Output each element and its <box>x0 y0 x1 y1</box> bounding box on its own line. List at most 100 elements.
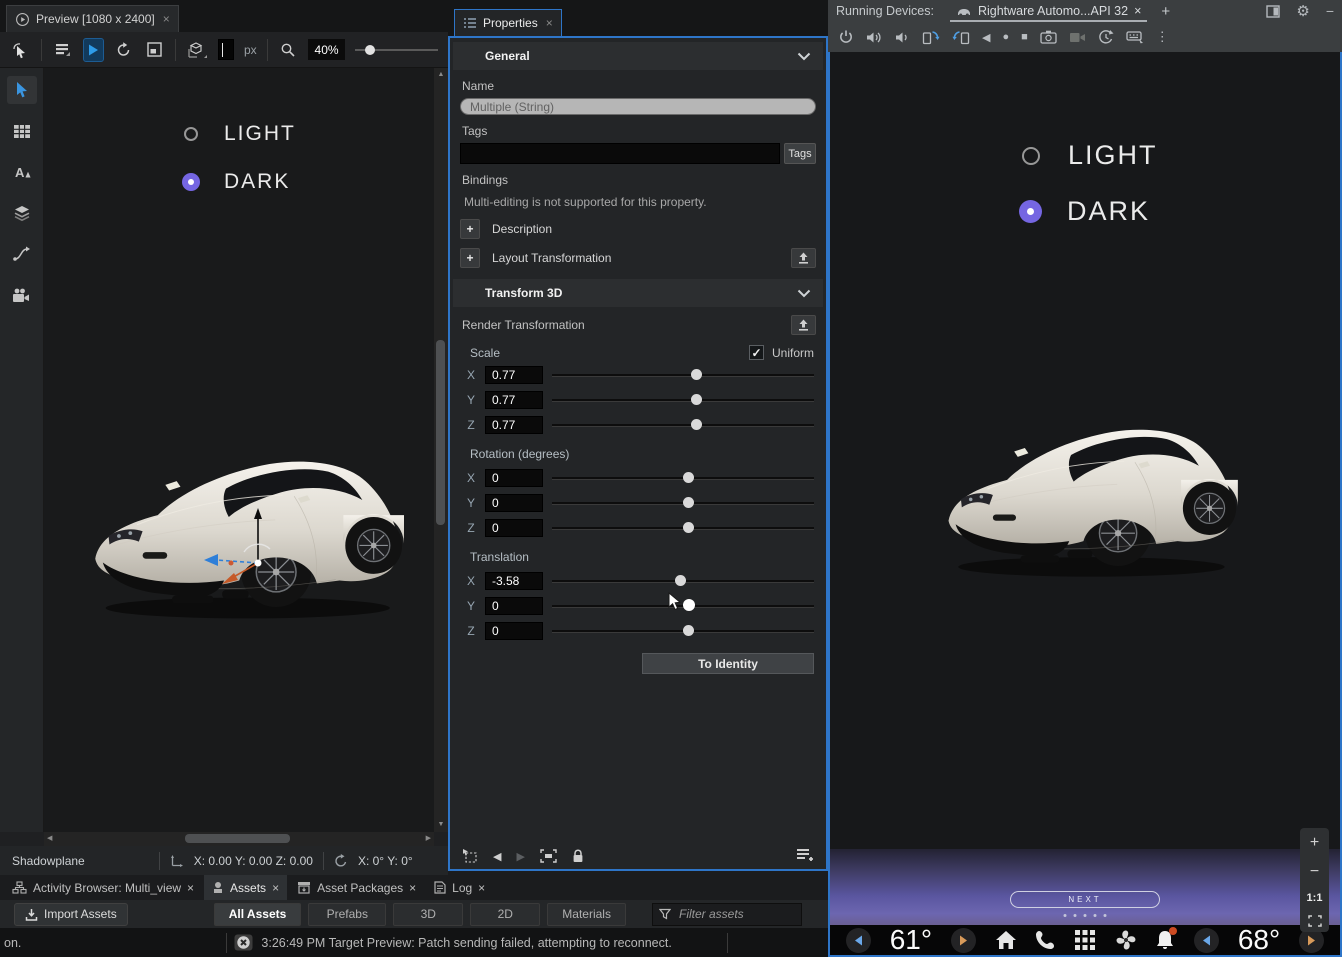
scroll-left-icon[interactable]: ◀ <box>47 832 52 846</box>
deselect-icon[interactable] <box>462 848 478 864</box>
power-icon[interactable] <box>838 29 854 45</box>
to-identity-button[interactable]: To Identity <box>642 653 814 674</box>
rotation-x-slider[interactable] <box>552 471 814 485</box>
select-tool-icon[interactable] <box>10 38 31 62</box>
device-radio-dark-ring[interactable] <box>1019 200 1042 223</box>
section-transform3d[interactable]: Transform 3D <box>453 279 823 307</box>
tab-close-icon[interactable]: × <box>409 881 416 895</box>
slider-thumb[interactable] <box>683 497 694 508</box>
translation-y-input[interactable] <box>485 597 543 615</box>
slider-thumb[interactable] <box>675 575 686 586</box>
virtual-sensors-icon[interactable] <box>1126 30 1144 44</box>
tab-close-icon[interactable]: × <box>272 881 279 895</box>
phone-nav-icon[interactable] <box>1035 930 1055 950</box>
rotation-y-input[interactable] <box>485 494 543 512</box>
connections-icon[interactable] <box>7 240 37 268</box>
frame-selection-icon[interactable] <box>540 849 557 863</box>
pointer-tool-icon[interactable] <box>7 76 37 104</box>
scroll-down-icon[interactable]: ▼ <box>438 818 445 832</box>
scale-x-input[interactable] <box>485 366 543 384</box>
tab-activity-browser[interactable]: Activity Browser: Multi_view × <box>4 875 202 900</box>
asset-filter-box[interactable] <box>652 903 802 926</box>
screenshot-icon[interactable] <box>1040 30 1057 44</box>
device-screen[interactable]: LIGHT DARK NEXT 61° 68° <box>828 52 1342 957</box>
layout-panel-icon[interactable] <box>1266 5 1280 18</box>
home-nav-icon[interactable] <box>995 930 1017 950</box>
structure-view-icon[interactable] <box>52 38 73 62</box>
device-radio-light[interactable]: LIGHT <box>1022 140 1158 171</box>
asset-tab-all[interactable]: All Assets <box>214 903 302 926</box>
scale-y-input[interactable] <box>485 391 543 409</box>
tab-close-icon[interactable]: × <box>187 881 194 895</box>
device-tab[interactable]: Rightware Automo...API 32 × <box>950 0 1147 22</box>
horizontal-scrollbar-thumb[interactable] <box>185 834 290 843</box>
scale-z-slider[interactable] <box>552 418 814 432</box>
grid-view-icon[interactable] <box>7 117 37 145</box>
slider-thumb[interactable] <box>691 394 702 405</box>
rotation-y-slider[interactable] <box>552 496 814 510</box>
tab-properties[interactable]: Properties × <box>454 9 562 36</box>
zoom-slider-thumb[interactable] <box>365 45 375 55</box>
volume-up-icon[interactable] <box>866 30 883 45</box>
overflow-menu-icon[interactable]: ⋮ <box>1156 29 1169 45</box>
asset-tab-materials[interactable]: Materials <box>547 903 626 926</box>
apps-grid-icon[interactable] <box>1074 929 1096 951</box>
volume-down-icon[interactable] <box>895 30 910 45</box>
android-overview-icon[interactable]: ■ <box>1021 31 1028 43</box>
zoom-in-button[interactable]: + <box>1310 834 1319 852</box>
add-device-tab-button[interactable]: + <box>1161 3 1170 20</box>
device-tab-close-icon[interactable]: × <box>1134 4 1141 18</box>
snapshots-icon[interactable] <box>1098 29 1114 45</box>
rotation-x-input[interactable] <box>485 469 543 487</box>
zoom-slider[interactable] <box>355 43 438 57</box>
push-to-prefab-icon[interactable] <box>791 248 816 268</box>
layers-icon[interactable] <box>7 199 37 227</box>
import-assets-button[interactable]: Import Assets <box>14 903 128 926</box>
asset-tab-3d[interactable]: 3D <box>393 903 463 926</box>
add-property-icon[interactable] <box>796 848 814 864</box>
lock-icon[interactable] <box>572 849 584 863</box>
camera-tool-icon[interactable] <box>7 281 37 309</box>
play-preview-button[interactable] <box>83 38 104 62</box>
pixel-value-input[interactable] <box>218 39 234 60</box>
add-layout-transformation-button[interactable]: + <box>460 248 480 268</box>
tab-preview[interactable]: Preview [1080 x 2400] × <box>6 5 179 32</box>
rotation-z-slider[interactable] <box>552 521 814 535</box>
temp-right-down-button[interactable] <box>1194 928 1219 953</box>
vertical-scrollbar-thumb[interactable] <box>436 340 445 525</box>
3d-units-icon[interactable] <box>186 38 208 62</box>
tab-preview-close-icon[interactable]: × <box>163 12 170 26</box>
zoom-level-value[interactable]: 40% <box>308 39 344 60</box>
rotate-right-icon[interactable] <box>952 29 970 45</box>
android-home-icon[interactable]: ● <box>1002 31 1009 43</box>
device-radio-dark[interactable]: DARK <box>1019 196 1150 227</box>
asset-tab-2d[interactable]: 2D <box>470 903 540 926</box>
minimize-icon[interactable]: − <box>1326 3 1334 19</box>
tags-button[interactable]: Tags <box>784 143 816 164</box>
next-button[interactable]: NEXT <box>1010 891 1160 908</box>
zoom-out-button[interactable]: − <box>1310 863 1319 881</box>
add-description-button[interactable]: + <box>460 219 480 239</box>
screen-record-icon[interactable] <box>1069 31 1086 44</box>
scale-y-slider[interactable] <box>552 393 814 407</box>
translation-z-slider[interactable] <box>552 624 814 638</box>
section-general[interactable]: General <box>453 42 823 70</box>
radio-light[interactable]: LIGHT <box>184 122 296 146</box>
slider-thumb-active[interactable] <box>683 599 695 611</box>
scroll-right-icon[interactable]: ▶ <box>426 832 431 846</box>
preview-canvas[interactable]: LIGHT DARK <box>44 68 434 832</box>
device-radio-light-ring[interactable] <box>1022 147 1040 165</box>
viewport-box-icon[interactable] <box>144 38 165 62</box>
slider-thumb[interactable] <box>683 625 694 636</box>
temp-left-down-button[interactable] <box>846 928 871 953</box>
asset-filter-input[interactable] <box>677 906 795 922</box>
fan-hvac-icon[interactable] <box>1115 929 1137 951</box>
translation-y-slider[interactable] <box>552 599 814 613</box>
tab-log[interactable]: Log × <box>426 875 493 900</box>
horizontal-scrollbar[interactable]: ◀ ▶ <box>44 832 434 846</box>
tags-input[interactable] <box>460 143 780 164</box>
transform-gizmo[interactable] <box>200 503 320 603</box>
translation-x-slider[interactable] <box>552 574 814 588</box>
rotate-left-icon[interactable] <box>922 29 940 45</box>
radio-dark[interactable]: DARK <box>182 170 290 194</box>
